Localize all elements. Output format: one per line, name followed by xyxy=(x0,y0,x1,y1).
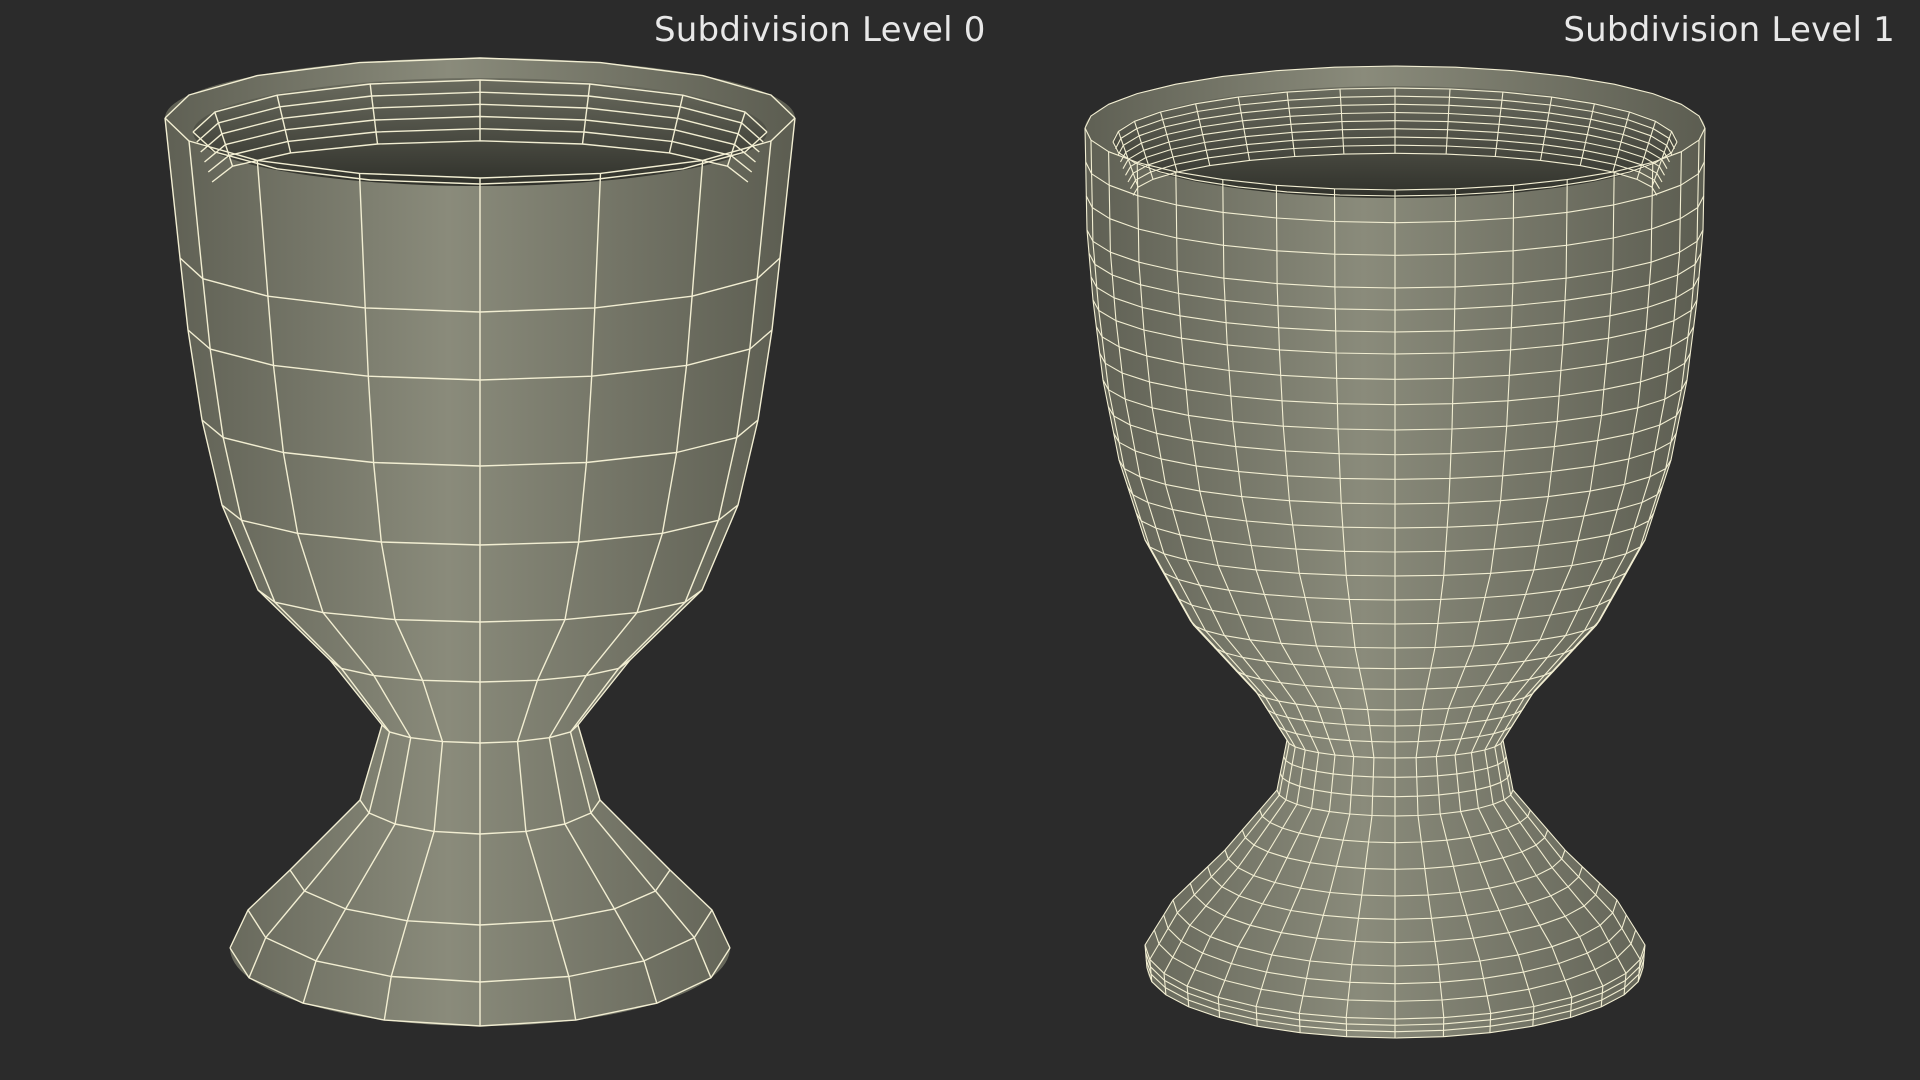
render-stage: Subdivision Level 0 Subdivision Level 1 xyxy=(0,0,1920,1080)
viewport-subdivision-0[interactable] xyxy=(0,0,960,1080)
egg-cup-mesh-subdivided xyxy=(1084,65,1706,1039)
subdivision-level-0-label: Subdivision Level 0 xyxy=(654,10,986,50)
viewport-subdivision-1[interactable] xyxy=(960,0,1920,1080)
subdivision-level-1-label: Subdivision Level 1 xyxy=(1563,10,1895,50)
egg-cup-mesh-low xyxy=(164,57,796,1027)
